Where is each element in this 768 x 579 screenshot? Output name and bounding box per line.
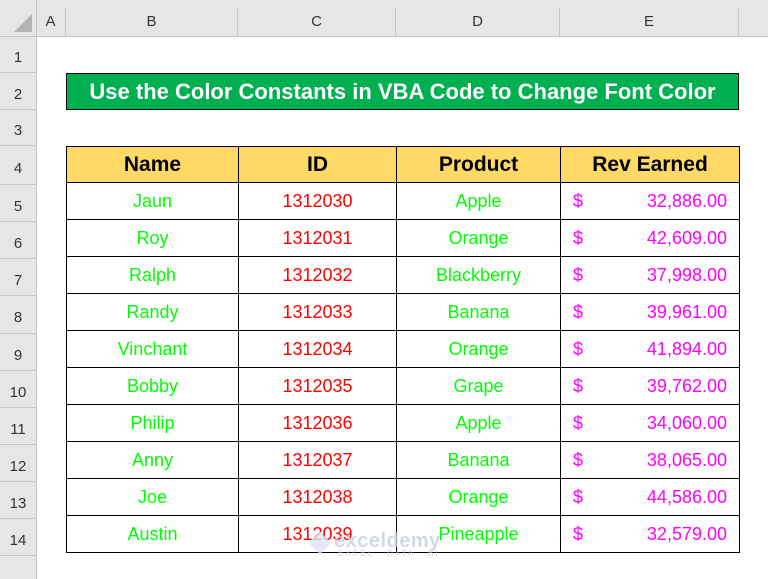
header-id[interactable]: ID xyxy=(238,146,397,183)
rev-value: 32,886.00 xyxy=(646,190,727,211)
cell-name[interactable]: Joe xyxy=(66,478,239,516)
row-header-11[interactable]: 11 xyxy=(0,408,36,445)
currency-symbol: $ xyxy=(573,412,584,433)
cell-id[interactable]: 1312036 xyxy=(238,404,397,442)
currency-symbol: $ xyxy=(573,190,584,211)
cell-product[interactable]: Orange xyxy=(396,478,561,516)
cell-product[interactable]: Grape xyxy=(396,367,561,405)
cell-name[interactable]: Anny xyxy=(66,441,239,479)
row-header-2[interactable]: 2 xyxy=(0,73,36,110)
rev-value: 39,961.00 xyxy=(646,301,727,322)
table-row: Jaun 1312030 Apple $32,886.00 xyxy=(66,182,740,220)
currency-symbol: $ xyxy=(573,449,584,470)
cell-id[interactable]: 1312032 xyxy=(238,256,397,294)
cell-rev-earned[interactable]: $39,961.00 xyxy=(560,293,740,331)
cell-rev-earned[interactable]: $32,579.00 xyxy=(560,515,740,553)
cell-product[interactable]: Orange xyxy=(396,219,561,257)
table-row: Bobby 1312035 Grape $39,762.00 xyxy=(66,367,740,405)
row-header-8[interactable]: 8 xyxy=(0,296,36,334)
table-row: Anny 1312037 Banana $38,065.00 xyxy=(66,441,740,479)
header-rev-earned[interactable]: Rev Earned xyxy=(560,146,740,183)
currency-symbol: $ xyxy=(573,375,584,396)
cell-rev-earned[interactable]: $39,762.00 xyxy=(560,367,740,405)
rev-value: 38,065.00 xyxy=(646,449,727,470)
rev-value: 34,060.00 xyxy=(646,412,727,433)
table-row: Vinchant 1312034 Orange $41,894.00 xyxy=(66,330,740,368)
cell-rev-earned[interactable]: $32,886.00 xyxy=(560,182,740,220)
cell-id[interactable]: 1312038 xyxy=(238,478,397,516)
rev-value: 41,894.00 xyxy=(646,338,727,359)
header-product[interactable]: Product xyxy=(396,146,561,183)
row-header-9[interactable]: 9 xyxy=(0,334,36,371)
currency-symbol: $ xyxy=(573,523,584,544)
rev-value: 37,998.00 xyxy=(646,264,727,285)
column-header-d[interactable]: D xyxy=(396,8,560,36)
table-row: Austin 1312039 Pineapple $32,579.00 xyxy=(66,515,740,553)
table-row: Randy 1312033 Banana $39,961.00 xyxy=(66,293,740,331)
cell-product[interactable]: Blackberry xyxy=(396,256,561,294)
sheet-title-banner: Use the Color Constants in VBA Code to C… xyxy=(66,73,739,110)
cell-product[interactable]: Orange xyxy=(396,330,561,368)
cell-product[interactable]: Apple xyxy=(396,404,561,442)
cell-rev-earned[interactable]: $38,065.00 xyxy=(560,441,740,479)
row-header-13[interactable]: 13 xyxy=(0,482,36,519)
cell-id[interactable]: 1312035 xyxy=(238,367,397,405)
cell-product[interactable]: Banana xyxy=(396,441,561,479)
row-header-6[interactable]: 6 xyxy=(0,222,36,259)
cell-name[interactable]: Ralph xyxy=(66,256,239,294)
rev-value: 44,586.00 xyxy=(646,486,727,507)
cell-name[interactable]: Austin xyxy=(66,515,239,553)
cell-rev-earned[interactable]: $34,060.00 xyxy=(560,404,740,442)
row-header-12[interactable]: 12 xyxy=(0,445,36,482)
cell-rev-earned[interactable]: $41,894.00 xyxy=(560,330,740,368)
currency-symbol: $ xyxy=(573,486,584,507)
cell-name[interactable]: Jaun xyxy=(66,182,239,220)
cell-id[interactable]: 1312031 xyxy=(238,219,397,257)
header-name[interactable]: Name xyxy=(66,146,239,183)
rev-value: 39,762.00 xyxy=(646,375,727,396)
table-header-row: Name ID Product Rev Earned xyxy=(66,146,740,183)
row-header-14[interactable]: 14 xyxy=(0,519,36,556)
rev-value: 32,579.00 xyxy=(646,523,727,544)
cell-id[interactable]: 1312039 xyxy=(238,515,397,553)
cell-id[interactable]: 1312037 xyxy=(238,441,397,479)
select-all-triangle-icon xyxy=(14,14,32,32)
select-all-button[interactable] xyxy=(0,0,37,37)
cell-id[interactable]: 1312033 xyxy=(238,293,397,331)
row-header-3[interactable]: 3 xyxy=(0,110,36,146)
cell-product[interactable]: Pineapple xyxy=(396,515,561,553)
table-row: Roy 1312031 Orange $42,609.00 xyxy=(66,219,740,257)
cell-name[interactable]: Bobby xyxy=(66,367,239,405)
currency-symbol: $ xyxy=(573,264,584,285)
row-header-1[interactable]: 1 xyxy=(0,36,36,73)
revenue-table: Name ID Product Rev Earned Jaun 1312030 Ap… xyxy=(66,146,740,553)
currency-symbol: $ xyxy=(573,338,584,359)
currency-symbol: $ xyxy=(573,227,584,248)
column-header-a[interactable]: A xyxy=(36,8,66,36)
currency-symbol: $ xyxy=(573,301,584,322)
row-header-10[interactable]: 10 xyxy=(0,371,36,408)
cell-rev-earned[interactable]: $37,998.00 xyxy=(560,256,740,294)
cell-rev-earned[interactable]: $44,586.00 xyxy=(560,478,740,516)
cell-product[interactable]: Banana xyxy=(396,293,561,331)
row-header-5[interactable]: 5 xyxy=(0,185,36,222)
rev-value: 42,609.00 xyxy=(646,227,727,248)
cell-name[interactable]: Randy xyxy=(66,293,239,331)
table-row: Ralph 1312032 Blackberry $37,998.00 xyxy=(66,256,740,294)
column-header-c[interactable]: C xyxy=(238,8,396,36)
row-header-7[interactable]: 7 xyxy=(0,259,36,296)
cell-rev-earned[interactable]: $42,609.00 xyxy=(560,219,740,257)
cell-name[interactable]: Philip xyxy=(66,404,239,442)
row-header-4[interactable]: 4 xyxy=(0,146,36,185)
cell-name[interactable]: Vinchant xyxy=(66,330,239,368)
cell-product[interactable]: Apple xyxy=(396,182,561,220)
cell-id[interactable]: 1312034 xyxy=(238,330,397,368)
cell-id[interactable]: 1312030 xyxy=(238,182,397,220)
column-header-b[interactable]: B xyxy=(66,8,238,36)
table-row: Joe 1312038 Orange $44,586.00 xyxy=(66,478,740,516)
cell-name[interactable]: Roy xyxy=(66,219,239,257)
table-row: Philip 1312036 Apple $34,060.00 xyxy=(66,404,740,442)
column-header-e[interactable]: E xyxy=(560,8,739,36)
